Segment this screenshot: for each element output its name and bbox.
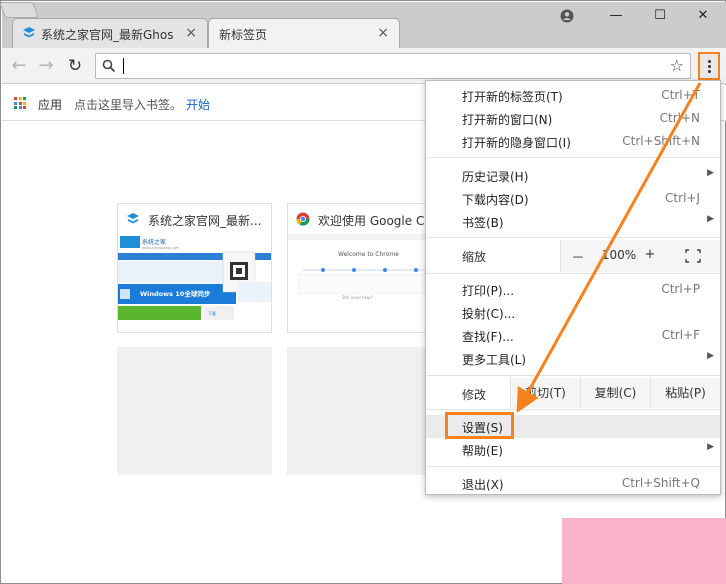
submenu-arrow-icon: ▶ xyxy=(707,351,714,361)
chrome-menu-button[interactable] xyxy=(698,52,720,80)
tab-close-icon[interactable]: × xyxy=(185,25,197,41)
tile-title: 欢迎使用 Google C... xyxy=(318,214,436,228)
bookmark-star-icon[interactable]: ☆ xyxy=(670,56,684,75)
apps-label[interactable]: 应用 xyxy=(38,96,62,113)
toolbar: ← → ↻ ☆ xyxy=(2,48,726,84)
menu-separator xyxy=(426,409,720,410)
empty-tile xyxy=(287,347,442,475)
settings-annotation-box xyxy=(445,412,514,439)
tile-thumbnail-xitongzhijia: 系统之家 WWW.XITONGZHIJIA.NET Windows 10全球同步… xyxy=(118,234,271,320)
menu-separator xyxy=(426,375,720,376)
apps-grid-icon[interactable] xyxy=(14,97,26,109)
thumb-button: 下载 xyxy=(208,310,216,316)
zoom-label: 缩放 xyxy=(462,250,487,264)
submenu-arrow-icon: ▶ xyxy=(707,442,714,452)
browser-window: 系统之家官网_最新Ghos × 新标签页 × — ☐ ✕ ← → ↻ ☆ 应用 … xyxy=(0,0,726,584)
menu-separator xyxy=(426,466,720,467)
edit-label: 修改 xyxy=(462,388,487,402)
copy-button[interactable]: 复制(C) xyxy=(580,378,650,408)
new-tab-button[interactable] xyxy=(0,2,39,18)
menu-item-incognito[interactable]: 打开新的隐身窗口(I) Ctrl+Shift+N xyxy=(426,130,720,153)
back-button[interactable]: ← xyxy=(8,55,30,77)
menu-separator xyxy=(426,273,720,274)
text-caret xyxy=(123,58,124,74)
menu-item-exit[interactable]: 退出(X) Ctrl+Shift+Q xyxy=(426,472,720,495)
menu-item-bookmarks[interactable]: 书签(B) ▶ xyxy=(426,210,720,233)
menu-dot xyxy=(708,70,711,73)
tile-title: 系统之家官网_最新... xyxy=(148,214,262,228)
most-visited-tile[interactable]: 系统之家官网_最新... 系统之家 WWW.XITONGZHIJIA.NET W… xyxy=(117,203,272,333)
menu-item-more-tools[interactable]: 更多工具(L) ▶ xyxy=(426,347,720,370)
search-icon xyxy=(102,59,116,73)
thumb-search: Still need help? xyxy=(342,295,373,300)
chrome-menu: 打开新的标签页(T) Ctrl+T 打开新的窗口(N) Ctrl+N 打开新的隐… xyxy=(425,80,721,495)
paste-button[interactable]: 粘贴(P) xyxy=(650,378,720,408)
forward-button[interactable]: → xyxy=(35,55,57,77)
xitongzhijia-favicon-icon xyxy=(127,213,139,224)
menu-separator xyxy=(426,157,720,158)
bookmarks-start-link[interactable]: 开始 xyxy=(186,96,210,113)
tab-new-tab-page[interactable]: 新标签页 × xyxy=(208,18,400,48)
menu-item-cast[interactable]: 投射(C)... xyxy=(426,301,720,324)
thumb-banner: Windows 10全球同步 xyxy=(140,289,211,298)
thumb-logo-sub: WWW.XITONGZHIJIA.NET xyxy=(142,246,179,250)
menu-item-history[interactable]: 历史记录(H) ▶ xyxy=(426,164,720,187)
menu-item-downloads[interactable]: 下载内容(D) Ctrl+J xyxy=(426,187,720,210)
zoom-level: 100% xyxy=(601,248,637,262)
reload-button[interactable]: ↻ xyxy=(64,55,86,77)
chrome-favicon-icon xyxy=(296,212,310,226)
tab-title: 新标签页 xyxy=(219,28,268,42)
window-close-button[interactable]: ✕ xyxy=(692,7,714,25)
menu-item-help[interactable]: 帮助(E) ▶ xyxy=(426,438,720,461)
zoom-controls: － 100% + xyxy=(560,240,720,272)
tab-title: 系统之家官网_最新Ghos xyxy=(41,28,173,42)
menu-item-find[interactable]: 查找(F)... Ctrl+F xyxy=(426,324,720,347)
most-visited-tile[interactable]: 欢迎使用 Google C... Welcome to Chrome Still… xyxy=(287,203,442,333)
corner-overlay xyxy=(562,518,726,584)
omnibox[interactable]: ☆ xyxy=(95,53,691,79)
user-circle-icon[interactable] xyxy=(556,7,578,25)
thumb-logo: 系统之家 xyxy=(142,238,166,246)
fullscreen-icon[interactable] xyxy=(685,249,701,263)
submenu-arrow-icon: ▶ xyxy=(707,168,714,178)
menu-edit-row: 修改 剪切(T) 复制(C) 粘贴(P) xyxy=(426,378,720,408)
tab-xitongzhijia[interactable]: 系统之家官网_最新Ghos × xyxy=(12,18,208,48)
maximize-button[interactable]: ☐ xyxy=(649,7,671,25)
submenu-arrow-icon: ▶ xyxy=(707,214,714,224)
zoom-in-button[interactable]: + xyxy=(641,247,659,262)
thumb-welcome: Welcome to Chrome xyxy=(338,251,399,258)
minimize-button[interactable]: — xyxy=(605,7,627,25)
tile-thumbnail-chrome-welcome: Welcome to Chrome Still need help? xyxy=(288,234,441,320)
menu-dot xyxy=(708,65,711,68)
menu-item-print[interactable]: 打印(P)... Ctrl+P xyxy=(426,278,720,301)
menu-dot xyxy=(708,60,711,63)
zoom-out-button[interactable]: － xyxy=(569,247,587,266)
menu-separator xyxy=(426,237,720,238)
tile-header: 欢迎使用 Google C... xyxy=(288,204,441,234)
tab-strip: 系统之家官网_最新Ghos × 新标签页 × — ☐ ✕ xyxy=(0,2,726,48)
menu-item-new-tab[interactable]: 打开新的标签页(T) Ctrl+T xyxy=(426,84,720,107)
tile-header: 系统之家官网_最新... xyxy=(118,204,271,234)
empty-tile xyxy=(117,347,272,475)
tab-close-icon[interactable]: × xyxy=(377,25,389,41)
bookmarks-import-hint: 点击这里导入书签。 xyxy=(74,98,183,112)
menu-item-new-window[interactable]: 打开新的窗口(N) Ctrl+N xyxy=(426,107,720,130)
cut-button[interactable]: 剪切(T) xyxy=(510,378,580,408)
menu-zoom-row: 缩放 － 100% + xyxy=(426,240,720,272)
address-input[interactable] xyxy=(122,57,662,75)
xitongzhijia-favicon-icon xyxy=(23,27,35,38)
